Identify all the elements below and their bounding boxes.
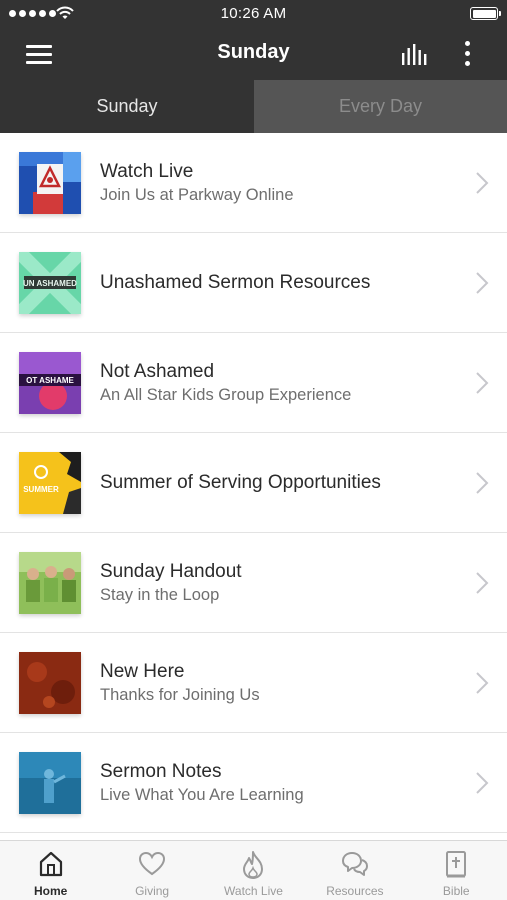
battery-icon [470, 7, 501, 20]
sunday-handout-thumbnail [19, 552, 81, 614]
list-item-sermon-notes[interactable]: Sermon Notes Live What You Are Learning [0, 733, 507, 833]
item-subtitle: Stay in the Loop [100, 586, 220, 604]
heart-icon [139, 851, 166, 876]
thumb-label: UN ASHAMED [23, 279, 77, 288]
sermon-notes-thumbnail [19, 752, 81, 814]
tab-giving[interactable]: Giving [101, 841, 202, 900]
tab-bible[interactable]: Bible [406, 841, 507, 900]
home-icon [39, 851, 62, 877]
list-item-new-here[interactable]: New Here Thanks for Joining Us [0, 633, 507, 733]
chevron-right-icon [476, 672, 489, 694]
not-ashamed-thumbnail: OT ASHAME [19, 352, 81, 414]
bottom-tab-bar: Home Giving Watch Live Resources Bible [0, 840, 507, 900]
new-here-thumbnail [19, 652, 81, 714]
list-item-watch-live[interactable]: Watch Live Join Us at Parkway Online [0, 133, 507, 233]
item-title: Sermon Notes [100, 761, 222, 782]
thumb-label: OT ASHAME [26, 376, 74, 385]
chevron-right-icon [476, 572, 489, 594]
item-title: Sunday Handout [100, 561, 242, 582]
tab-resources[interactable]: Resources [304, 841, 405, 900]
list-item-sunday-handout[interactable]: Sunday Handout Stay in the Loop [0, 533, 507, 633]
tab-label: Bible [442, 884, 470, 898]
status-time: 10:26 AM [220, 5, 287, 22]
tab-label: Home [34, 884, 68, 898]
bar-chart-icon[interactable] [398, 42, 432, 68]
chevron-right-icon [476, 372, 489, 394]
item-subtitle: Thanks for Joining Us [100, 686, 260, 704]
segment-tabs: Sunday Every Day [0, 80, 507, 133]
more-vertical-icon[interactable] [458, 40, 478, 68]
item-subtitle: Live What You Are Learning [100, 786, 304, 804]
item-title: Unashamed Sermon Resources [100, 272, 371, 293]
flame-icon [243, 851, 264, 879]
chevron-right-icon [476, 172, 489, 194]
list-item-summer-of-serving[interactable]: SUMMER Summer of Serving Opportunities [0, 433, 507, 533]
list-item-not-ashamed[interactable]: OT ASHAME Not Ashamed An All Star Kids G… [0, 333, 507, 433]
tab-label: Watch Live [224, 884, 283, 898]
watch-live-thumbnail [19, 152, 81, 214]
item-subtitle: Join Us at Parkway Online [100, 186, 294, 204]
tab-watch-live[interactable]: Watch Live [203, 841, 304, 900]
status-bar: 10:26 AM [0, 0, 507, 28]
chevron-right-icon [476, 472, 489, 494]
item-title: New Here [100, 661, 185, 682]
unashamed-thumbnail: UN ASHAMED [19, 252, 81, 314]
tab-sunday[interactable]: Sunday [0, 80, 254, 133]
summer-of-serving-thumbnail: SUMMER [19, 452, 81, 514]
item-subtitle: An All Star Kids Group Experience [100, 386, 352, 404]
chevron-right-icon [476, 272, 489, 294]
chevron-right-icon [476, 772, 489, 794]
tab-home[interactable]: Home [0, 841, 101, 900]
chat-bubbles-icon [341, 852, 368, 876]
item-title: Watch Live [100, 161, 194, 182]
thumb-label: SUMMER [23, 485, 59, 494]
item-title: Not Ashamed [100, 361, 215, 382]
bible-icon [446, 851, 467, 878]
item-title: Summer of Serving Opportunities [100, 472, 381, 493]
tab-label: Giving [135, 884, 170, 898]
tab-label: Resources [326, 884, 384, 898]
content-list: Watch Live Join Us at Parkway Online UN … [0, 133, 507, 833]
tab-every-day[interactable]: Every Day [254, 80, 507, 133]
list-item-unashamed-sermon-resources[interactable]: UN ASHAMED Unashamed Sermon Resources [0, 233, 507, 333]
nav-bar: Sunday [0, 28, 507, 80]
